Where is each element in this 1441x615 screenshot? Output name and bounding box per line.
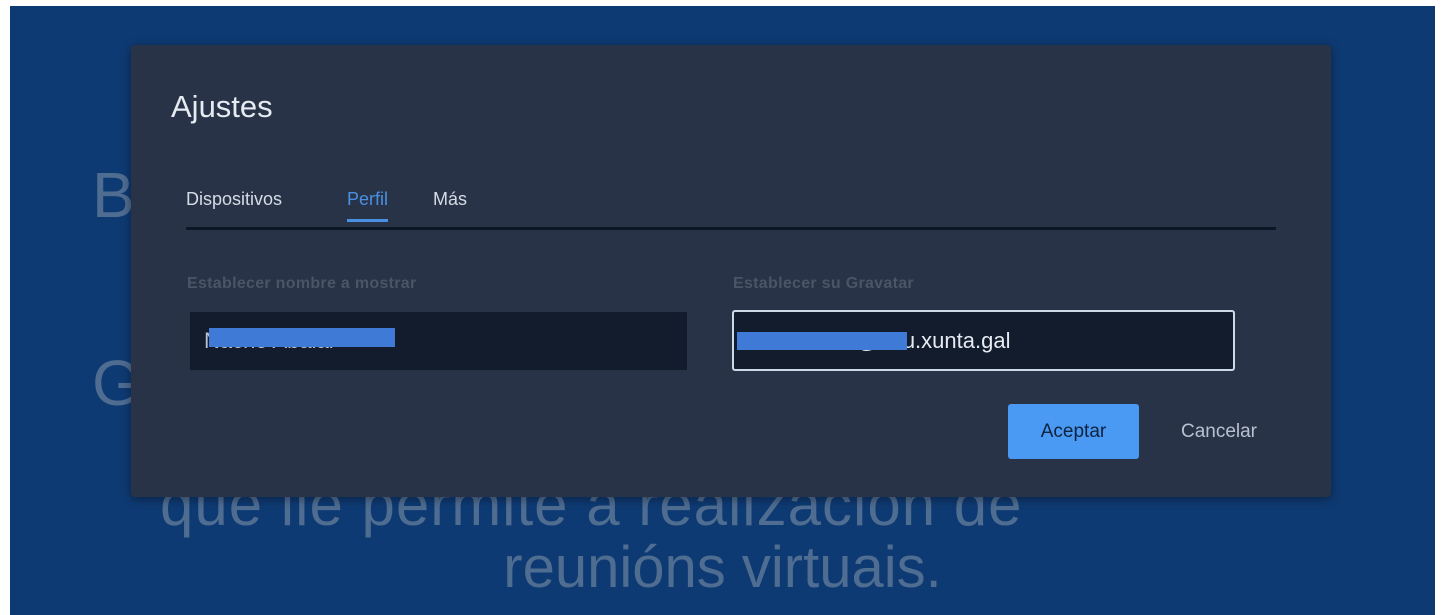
accept-button[interactable]: Aceptar: [1008, 404, 1139, 459]
tab-profile[interactable]: Perfil: [347, 189, 389, 222]
cancel-button[interactable]: Cancelar: [1155, 404, 1283, 459]
settings-dialog: Ajustes Dispositivos Perfil Más Establec…: [131, 45, 1331, 497]
background-heading-fragment: B: [92, 159, 135, 231]
gravatar-label: Establecer su Gravatar: [733, 275, 914, 292]
display-name-label: Establecer nombre a mostrar: [187, 275, 417, 292]
tab-devices[interactable]: Dispositivos: [186, 189, 282, 220]
settings-tabs: Dispositivos Perfil Más: [186, 185, 1276, 230]
tab-more[interactable]: Más: [433, 189, 467, 220]
dialog-title: Ajustes: [171, 89, 273, 124]
redaction-mark: [737, 332, 907, 350]
redaction-mark: [209, 328, 395, 347]
background-text-line: reunións virtuais.: [503, 535, 942, 600]
